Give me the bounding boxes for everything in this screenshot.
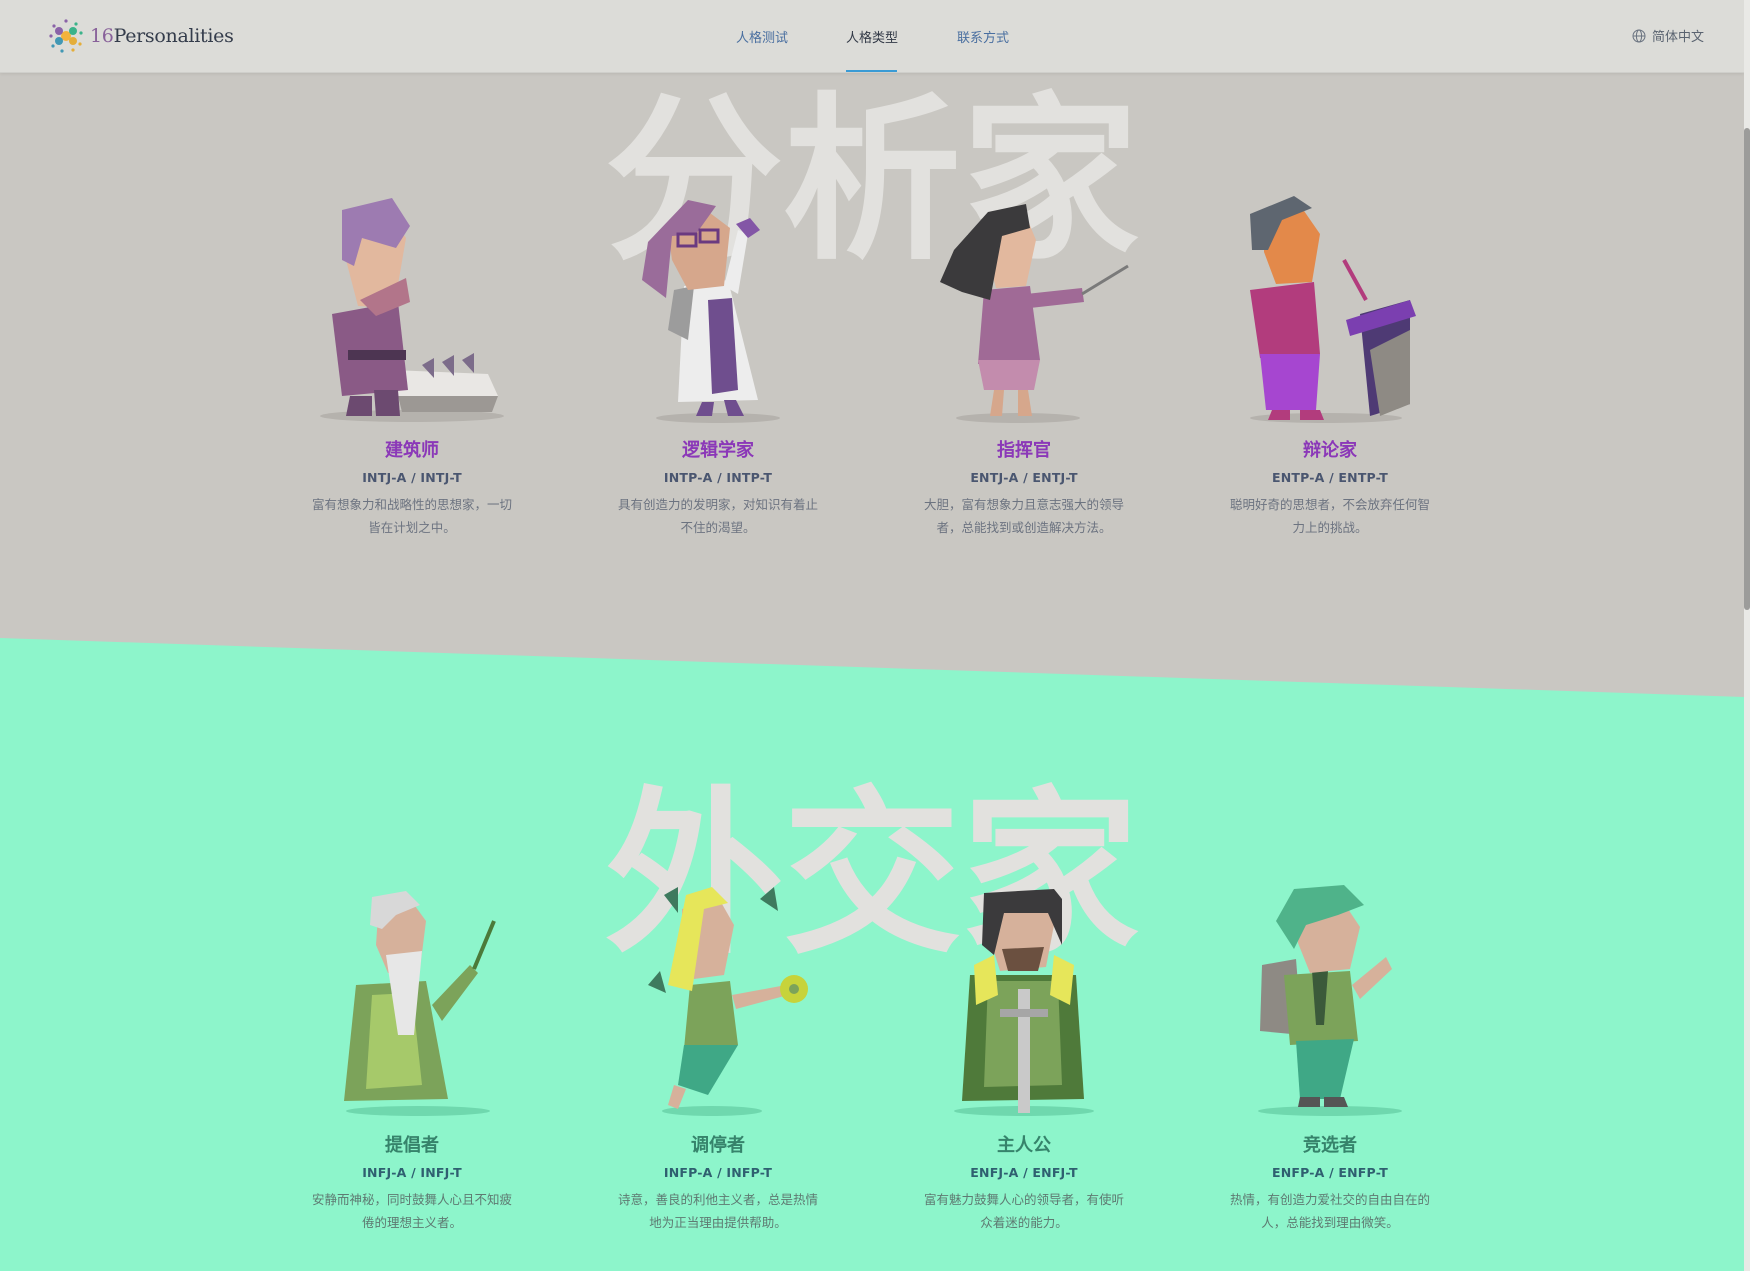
type-code: ENTJ-A / ENTJ-T	[970, 470, 1078, 485]
type-code: ENTP-A / ENTP-T	[1272, 470, 1388, 485]
type-description: 诗意，善良的利他主义者，总是热情地为正当理由提供帮助。	[617, 1192, 818, 1230]
type-code: INTP-A / INTP-T	[663, 470, 773, 485]
type-name: 提倡者	[385, 1135, 439, 1156]
type-card-protagonist[interactable]: 主人公 ENFJ-A / ENFJ-T 富有魅力鼓舞人心的领导者，有使听众着迷的…	[914, 885, 1134, 1234]
type-card-commander[interactable]: 指挥官 ENTJ-A / ENTJ-T 大胆，富有想象力且意志强大的领导者，总能…	[914, 190, 1134, 539]
type-card-logician[interactable]: 逻辑学家 INTP-A / INTP-T 具有创造力的发明家，对知识有着止不住的…	[608, 190, 828, 539]
diplomats-watermark: 外交家	[605, 771, 1139, 978]
type-description: 富有想象力和战略性的思想家，一切皆在计划之中。	[311, 497, 512, 535]
mediator-figure	[648, 887, 808, 1116]
type-name: 建筑师	[385, 440, 439, 461]
nav-contact[interactable]: 联系方式	[957, 27, 1009, 46]
type-description: 聪明好奇的思想者，不会放弃任何智力上的挑战。	[1229, 497, 1430, 535]
debater-figure	[1250, 196, 1416, 423]
type-code: INFJ-A / INFJ-T	[362, 1165, 462, 1180]
nav-personality-test[interactable]: 人格测试	[736, 27, 788, 46]
main-nav: 人格测试 人格类型 联系方式	[0, 0, 1744, 73]
type-description: 富有魅力鼓舞人心的领导者，有使听众着迷的能力。	[923, 1192, 1124, 1230]
language-label: 简体中文	[1651, 30, 1704, 45]
logician-figure	[642, 200, 780, 423]
type-description: 热情，有创造力爱社交的自由自在的人，总能找到理由微笑。	[1229, 1192, 1430, 1230]
type-card-debater[interactable]: 辩论家 ENTP-A / ENTP-T 聪明好奇的思想者，不会放弃任何智力上的挑…	[1220, 190, 1440, 539]
type-code: INTJ-A / INTJ-T	[362, 470, 462, 485]
type-code: INFP-A / INFP-T	[663, 1165, 773, 1180]
type-card-advocate[interactable]: 提倡者 INFJ-A / INFJ-T 安静而神秘，同时鼓舞人心且不知疲倦的理想…	[302, 885, 522, 1234]
type-card-mediator[interactable]: 调停者 INFP-A / INFP-T 诗意，善良的利他主义者，总是热情地为正当…	[608, 885, 828, 1234]
site-header: 16Personalities 人格测试 人格类型 联系方式 简体中文	[0, 0, 1744, 73]
language-selector[interactable]: 简体中文	[1632, 26, 1704, 45]
globe-icon	[1632, 29, 1646, 42]
type-card-architect[interactable]: 建筑师 INTJ-A / INTJ-T 富有想象力和战略性的思想家，一切皆在计划…	[302, 190, 522, 539]
commander-figure	[940, 204, 1129, 423]
scrollbar-thumb[interactable]	[1744, 128, 1750, 610]
campaigner-figure	[1258, 885, 1402, 1116]
type-name: 指挥官	[997, 440, 1051, 461]
type-description: 大胆，富有想象力且意志强大的领导者，总能找到或创造解决方法。	[923, 497, 1124, 535]
type-code: ENFP-A / ENFP-T	[1272, 1165, 1388, 1180]
active-nav-underline	[846, 70, 897, 72]
type-name: 逻辑学家	[682, 440, 754, 461]
type-name: 主人公	[997, 1135, 1051, 1156]
type-card-campaigner[interactable]: 竞选者 ENFP-A / ENFP-T 热情，有创造力爱社交的自由自在的人，总能…	[1220, 885, 1440, 1234]
protagonist-figure	[954, 889, 1094, 1116]
type-name: 辩论家	[1303, 440, 1357, 461]
type-description: 安静而神秘，同时鼓舞人心且不知疲倦的理想主义者。	[311, 1192, 512, 1230]
advocate-figure	[344, 891, 496, 1116]
type-code: ENFJ-A / ENFJ-T	[970, 1165, 1078, 1180]
nav-personality-types[interactable]: 人格类型	[846, 27, 898, 46]
type-name: 竞选者	[1303, 1135, 1357, 1156]
analysts-watermark: 分析家	[605, 77, 1139, 284]
type-name: 调停者	[691, 1135, 745, 1156]
type-description: 具有创造力的发明家，对知识有着止不住的渴望。	[617, 497, 818, 535]
architect-figure	[320, 198, 504, 422]
page-scrollbar[interactable]	[1744, 0, 1750, 1271]
